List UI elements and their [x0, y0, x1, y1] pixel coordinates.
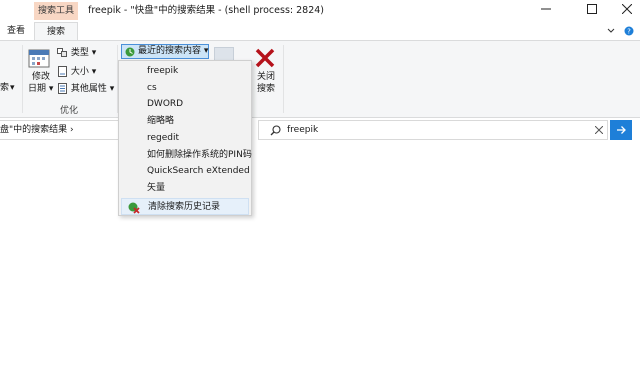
clear-history-icon	[128, 202, 140, 214]
window-title: freepik - "快盘"中的搜索结果 - (shell process: 2…	[88, 5, 325, 16]
recent-searches-button[interactable]: 最近的搜索内容 ▾	[121, 44, 209, 59]
chevron-down-icon: ▾	[46, 84, 54, 94]
menu-item-recent-search[interactable]: 缩略略	[120, 113, 250, 130]
ribbon-separator	[283, 45, 284, 113]
maximize-button[interactable]	[577, 0, 607, 22]
other-properties-button[interactable]: 其他属性 ▾	[57, 82, 114, 96]
menu-item-recent-search[interactable]: cs	[120, 80, 250, 97]
chevron-down-icon	[607, 28, 615, 33]
type-icon	[57, 47, 67, 57]
ribbon-tab-row: 查看 搜索 ?	[0, 22, 640, 40]
menu-item-recent-search[interactable]: freepik	[120, 63, 250, 80]
size-label: 大小	[70, 67, 89, 77]
arrow-right-icon	[617, 126, 626, 134]
chevron-down-icon: ▾	[106, 84, 115, 94]
minimize-icon	[541, 8, 551, 10]
help-button[interactable]: ?	[624, 26, 634, 36]
recent-searches-label: 最近的搜索内容	[138, 46, 202, 56]
menu-item-recent-search[interactable]: QuickSearch eXtended	[120, 163, 250, 180]
calendar-icon	[28, 47, 52, 69]
chevron-down-icon: ▾	[201, 46, 209, 56]
size-button[interactable]: 大小 ▾	[57, 65, 96, 79]
group-label-optimize: 优化	[59, 106, 78, 116]
properties-icon	[58, 83, 67, 94]
close-search-icon	[254, 47, 276, 69]
menu-item-recent-search[interactable]: 矢量	[120, 180, 250, 197]
minimize-button[interactable]	[531, 0, 561, 22]
breadcrumb[interactable]: 盘"中的搜索结果	[0, 125, 67, 135]
file-size-icon	[58, 66, 67, 77]
ribbon-separator	[22, 45, 23, 113]
ribbon: 索 ▾ 修改 日期 ▾ 类型 ▾ 大小 ▾ 其他属性 ▾ 优化 关闭 搜索	[0, 40, 640, 118]
chevron-down-icon: ▾	[10, 83, 15, 93]
search-go-button[interactable]	[610, 120, 632, 140]
chevron-down-icon: ▾	[88, 67, 97, 77]
svg-text:?: ?	[627, 28, 631, 36]
date-modified-button[interactable]: 日期 ▾	[28, 82, 53, 96]
menu-item-recent-search[interactable]: 如何删除操作系统的PIN码	[120, 147, 252, 164]
type-button[interactable]: 类型 ▾	[57, 46, 96, 60]
ribbon-collapse-button[interactable]	[606, 26, 616, 36]
title-bar: 搜索工具 freepik - "快盘"中的搜索结果 - (shell proce…	[0, 0, 640, 22]
ribbon-partial-label[interactable]: 索	[0, 81, 9, 95]
clear-search-icon[interactable]	[595, 126, 603, 134]
recent-searches-menu: freepik cs DWORD 缩略略 regedit 如何删除操作系统的PI…	[118, 60, 252, 216]
other-properties-label: 其他属性	[70, 84, 107, 94]
clear-history-label: 清除搜索历史记录	[148, 202, 221, 212]
search-box[interactable]: freepik	[258, 120, 608, 140]
context-tab-search-tools[interactable]: 搜索工具	[34, 2, 78, 20]
date-modified-label-2: 日期	[28, 84, 47, 94]
menu-item-recent-search[interactable]: DWORD	[120, 96, 250, 113]
type-label: 类型	[70, 48, 89, 58]
breadcrumb-chevron-icon[interactable]: ›	[67, 125, 74, 135]
close-icon	[621, 3, 633, 15]
close-search-label-2[interactable]: 搜索	[257, 82, 275, 96]
maximize-icon	[587, 4, 597, 14]
search-input[interactable]: freepik	[287, 121, 318, 139]
menu-item-recent-search[interactable]: regedit	[120, 130, 250, 147]
tab-view[interactable]: 查看	[2, 22, 30, 40]
chevron-down-icon: ▾	[88, 48, 97, 58]
help-icon: ?	[624, 26, 634, 36]
close-window-button[interactable]	[612, 0, 640, 22]
recent-search-icon	[125, 47, 135, 57]
tab-search[interactable]: 搜索	[34, 22, 78, 40]
clear-search-history-item[interactable]: 清除搜索历史记录	[121, 198, 249, 215]
search-icon	[270, 125, 281, 136]
